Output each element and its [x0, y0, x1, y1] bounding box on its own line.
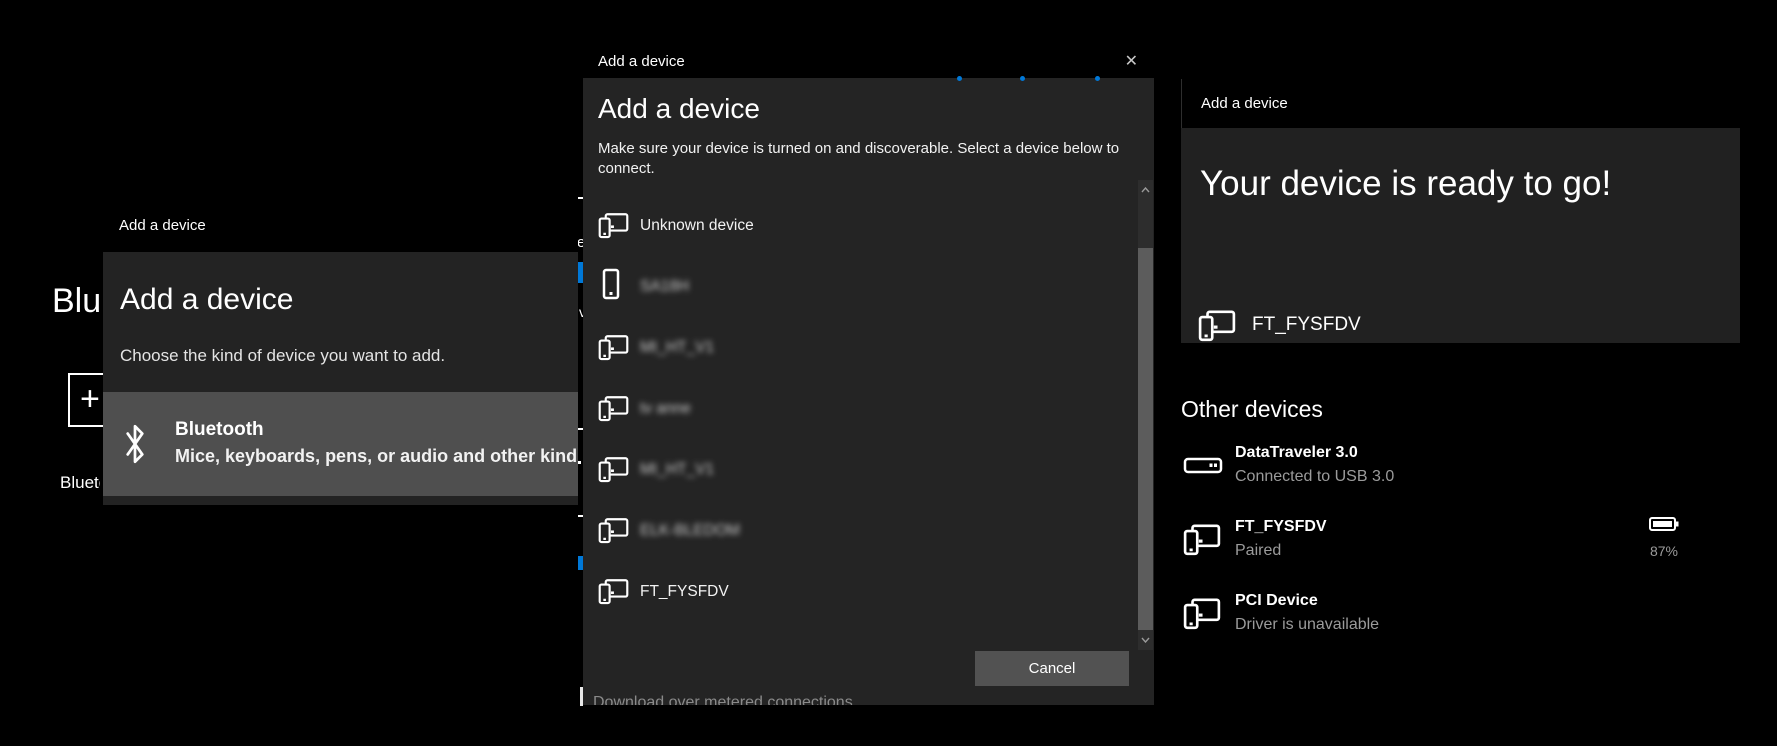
device-list-item[interactable]: FT_FYSFDV — [583, 571, 1123, 619]
device-ready-heading: Your device is ready to go! — [1200, 164, 1612, 203]
device-list-item[interactable]: MI_HT_V1 — [583, 449, 1123, 497]
device-list-item[interactable]: tv anne — [583, 388, 1123, 436]
pc-and-phone-icon — [1198, 310, 1236, 342]
device-name: MI_HT_V1 — [640, 461, 715, 478]
scroll-down-icon[interactable] — [1138, 630, 1153, 650]
battery-percentage: 87% — [1649, 543, 1679, 559]
device-list-item[interactable]: SA18H — [583, 266, 1123, 314]
center-dialog-title: Add a device — [598, 53, 685, 70]
left-dialog-heading: Add a device — [120, 283, 294, 316]
device-list-item[interactable]: ELK-BLEDOM — [583, 510, 1123, 558]
cancel-button[interactable]: Cancel — [975, 651, 1129, 686]
pc-and-phone-icon — [598, 579, 629, 605]
progress-dot — [957, 76, 962, 81]
other-device-name: DataTraveler 3.0 — [1235, 444, 1358, 461]
other-device-status: Connected to USB 3.0 — [1235, 468, 1395, 485]
device-ready-dialog: Add a device Your device is ready to go!… — [1181, 79, 1740, 343]
bluetooth-icon — [124, 420, 146, 473]
progress-dot — [1095, 76, 1100, 81]
battery-icon — [1649, 517, 1679, 531]
device-name: Unknown device — [640, 217, 754, 234]
usb-drive-icon — [1183, 457, 1223, 474]
other-device-name: FT_FYSFDV — [1235, 518, 1327, 535]
scroll-up-icon[interactable] — [1138, 180, 1153, 200]
device-name: ELK-BLEDOM — [640, 522, 740, 539]
screenshot: { "colors": { "accent": "#0078d7", "dial… — [0, 0, 1777, 746]
metered-connections-label-clipped: Download over metered connections — [593, 695, 853, 705]
other-device-row[interactable]: FT_FYSFDV Paired — [1181, 515, 1641, 575]
left-dialog-titlebar: Add a device — [103, 203, 578, 252]
scrollbar[interactable] — [1138, 180, 1153, 650]
device-name: MI_HT_V1 — [640, 339, 715, 356]
device-list-item[interactable]: Unknown device — [583, 205, 1123, 253]
phone-icon — [602, 268, 620, 300]
paired-device-icon-slot — [1198, 308, 1236, 347]
device-list-item[interactable]: MI_HT_V1 — [583, 327, 1123, 375]
bluetooth-toggle-label-clipped: Bluetooth — [60, 473, 100, 492]
center-dialog-instructions: Make sure your device is turned on and d… — [598, 140, 1120, 177]
desktop-background: Bluetooth & other devices + Bluetooth e … — [0, 0, 1777, 746]
pc-and-phone-icon — [1183, 524, 1221, 556]
scrollbar-thumb[interactable] — [1138, 248, 1153, 630]
add-device-discovery-dialog: Add a device ✕ Add a device Make sure yo… — [583, 45, 1154, 705]
plus-icon: + — [80, 380, 100, 418]
center-dialog-titlebar: Add a device ✕ — [583, 45, 1154, 78]
settings-page-title-clipped: Bluetooth & other devices — [52, 282, 99, 320]
left-dialog-subtitle: Choose the kind of device you want to ad… — [120, 346, 446, 365]
right-dialog-titlebar: Add a device — [1181, 79, 1740, 128]
pc-and-phone-icon — [1183, 598, 1221, 630]
bluetooth-option-description: Mice, keyboards, pens, or audio and othe… — [175, 446, 577, 466]
occlusion-fragment — [578, 461, 581, 464]
bluetooth-option-title: Bluetooth — [175, 419, 264, 440]
battery-indicator: 87% — [1645, 516, 1683, 559]
bluetooth-option-row[interactable]: Bluetooth Mice, keyboards, pens, or audi… — [103, 392, 578, 496]
pc-and-phone-icon — [598, 213, 629, 239]
other-device-status: Driver is unavailable — [1235, 616, 1380, 633]
other-device-name: PCI Device — [1235, 592, 1318, 609]
right-dialog-title: Add a device — [1201, 95, 1288, 112]
device-name: tv anne — [640, 400, 691, 417]
choose-device-kind-dialog: Add a device Add a device Choose the kin… — [103, 203, 578, 505]
progress-dot — [1020, 76, 1025, 81]
other-device-status: Paired — [1235, 542, 1282, 559]
pc-and-phone-icon — [598, 457, 629, 483]
paired-device-name: FT_FYSFDV — [1252, 314, 1361, 335]
other-device-row[interactable]: PCI Device Driver is unavailable — [1181, 589, 1641, 649]
other-devices-heading: Other devices — [1181, 396, 1323, 422]
device-name: SA18H — [640, 278, 690, 295]
left-dialog-title: Add a device — [119, 217, 206, 234]
center-dialog-heading: Add a device — [598, 93, 760, 124]
pc-and-phone-icon — [598, 396, 629, 422]
device-name: FT_FYSFDV — [640, 583, 729, 600]
device-ready-panel: Your device is ready to go! FT_FYSFDV — [1181, 128, 1740, 343]
other-device-row[interactable]: DataTraveler 3.0 Connected to USB 3.0 — [1181, 441, 1641, 501]
close-icon[interactable]: ✕ — [1125, 51, 1138, 71]
pc-and-phone-icon — [598, 335, 629, 361]
pc-and-phone-icon — [598, 518, 629, 544]
